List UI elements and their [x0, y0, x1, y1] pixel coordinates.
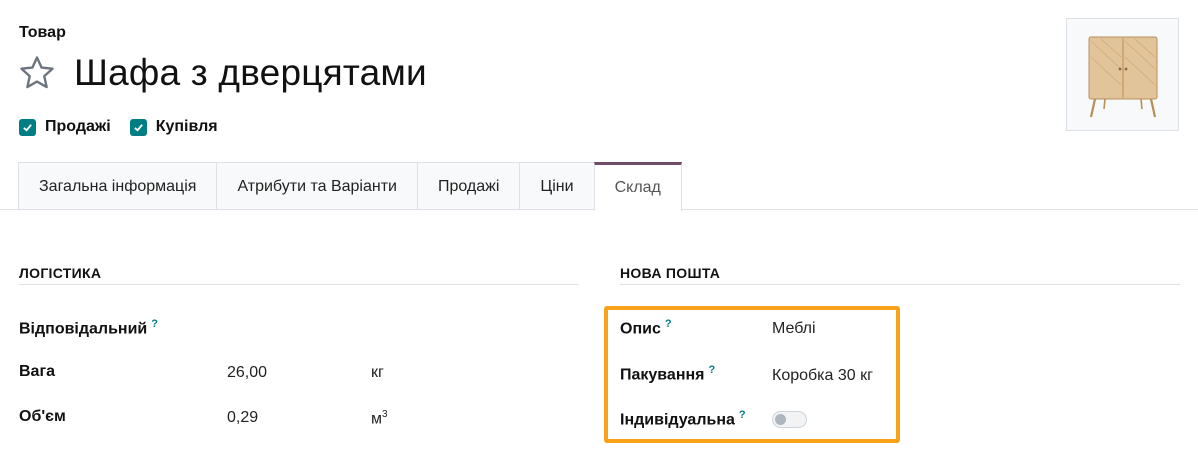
record-type-label: Товар [19, 24, 66, 41]
product-name[interactable]: Шафа з дверцятами [74, 52, 427, 94]
responsible-label: Відповідальний? [19, 318, 158, 338]
product-image[interactable] [1066, 18, 1179, 131]
nova-poshta-section-rule [620, 284, 1180, 285]
tab-inventory[interactable]: Склад [593, 162, 682, 211]
individual-label: Індивідуальна? [620, 409, 746, 429]
nova-poshta-section-title: НОВА ПОШТА [620, 265, 721, 281]
checkmark-icon [133, 123, 143, 132]
help-icon[interactable]: ? [151, 318, 158, 330]
help-icon[interactable]: ? [665, 318, 672, 330]
individual-toggle[interactable] [772, 411, 807, 428]
weight-label: Вага [19, 363, 56, 380]
description-input[interactable]: Меблі [772, 320, 816, 338]
notebook-tabs: Загальна інформація Атрибути та Варіанти… [18, 162, 682, 211]
logistics-section-title: ЛОГІСТИКА [19, 265, 102, 281]
star-icon[interactable] [18, 54, 56, 92]
logistics-section-rule [19, 284, 579, 285]
tab-sales[interactable]: Продажі [416, 162, 521, 210]
volume-input[interactable]: 0,29 [227, 409, 258, 427]
title-row: Шафа з дверцятами [18, 52, 427, 94]
sold-checkbox[interactable] [19, 118, 36, 136]
volume-label: Об'єм [19, 408, 66, 425]
tab-attributes-variants[interactable]: Атрибути та Варіанти [216, 162, 418, 210]
help-icon[interactable]: ? [709, 364, 716, 376]
cabinet-image [1088, 36, 1157, 117]
purchase-label: Купівля [155, 118, 218, 135]
volume-unit: м3 [371, 409, 388, 428]
checkmark-icon [23, 123, 32, 132]
responsible-field[interactable] [227, 318, 567, 338]
sold-label: Продажі [45, 118, 111, 135]
tab-prices[interactable]: Ціни [519, 162, 595, 210]
packaging-select[interactable]: Коробка 30 кг [772, 367, 873, 385]
help-icon[interactable]: ? [739, 409, 746, 421]
can-be-purchased-flag[interactable]: Купівля [129, 118, 218, 136]
packaging-label: Пакування? [620, 364, 716, 384]
tab-general-info[interactable]: Загальна інформація [18, 162, 218, 210]
weight-unit: кг [371, 364, 384, 381]
product-flags: Продажі Купівля [19, 118, 237, 136]
toggle-knob [775, 414, 786, 425]
purchase-checkbox[interactable] [129, 118, 147, 136]
weight-input[interactable]: 26,00 [227, 364, 267, 382]
description-label: Опис? [620, 318, 672, 338]
can-be-sold-flag[interactable]: Продажі [19, 118, 111, 136]
